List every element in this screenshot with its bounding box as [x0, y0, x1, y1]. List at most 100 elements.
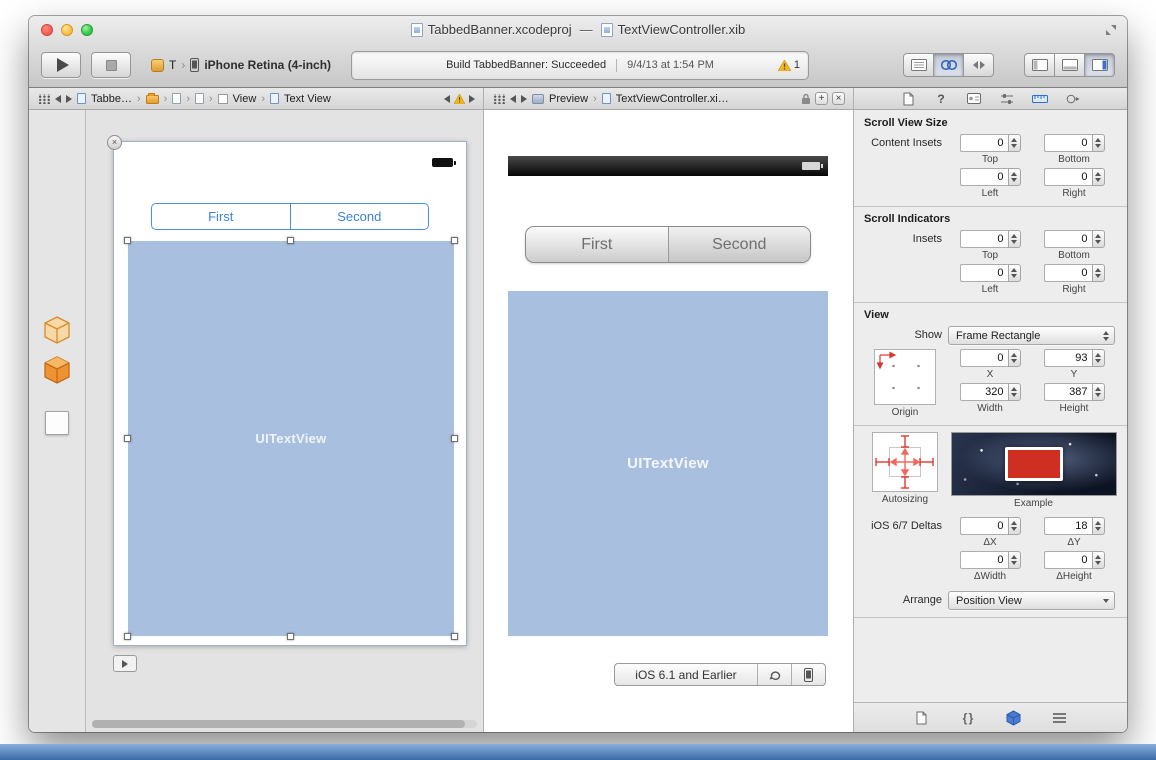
content-inset-left-stepper[interactable] [1008, 168, 1021, 186]
indicator-inset-bottom-field[interactable] [1044, 230, 1092, 248]
attributes-inspector-tab[interactable] [998, 91, 1016, 107]
resize-handle-s[interactable] [287, 633, 294, 640]
breadcrumb-assistant-mode[interactable]: Preview [549, 93, 588, 105]
object-library-tab[interactable] [1004, 708, 1024, 728]
scene-dock-toggle-button[interactable] [113, 655, 137, 672]
run-button[interactable] [41, 52, 81, 78]
previous-issue-button[interactable] [444, 95, 450, 103]
files-owner-icon[interactable] [43, 315, 71, 345]
standard-editor-button[interactable] [903, 53, 934, 77]
delta-y-stepper[interactable] [1092, 517, 1105, 535]
scheme-selector[interactable]: T › iPhone Retina (4-inch) [151, 58, 331, 72]
first-responder-icon[interactable] [43, 355, 71, 385]
code-snippet-library-tab[interactable]: { } [958, 708, 978, 728]
delta-width-stepper[interactable] [1008, 551, 1021, 569]
height-field[interactable] [1044, 383, 1092, 401]
file-template-library-tab[interactable] [912, 708, 932, 728]
scene-close-button[interactable]: × [107, 135, 122, 150]
breadcrumb-assistant-document[interactable]: TextViewController.xi… [616, 93, 729, 105]
breadcrumb-view[interactable]: View [233, 93, 257, 105]
content-inset-bottom-field[interactable] [1044, 134, 1092, 152]
lock-icon[interactable] [801, 93, 811, 105]
resize-handle-w[interactable] [124, 435, 131, 442]
view-object-icon[interactable] [45, 411, 69, 435]
view-scene[interactable]: × First Second UITextView [113, 141, 467, 646]
content-inset-bottom-stepper[interactable] [1092, 134, 1105, 152]
resize-handle-nw[interactable] [124, 237, 131, 244]
breadcrumb-textview[interactable]: Text View [284, 93, 331, 105]
resize-handle-sw[interactable] [124, 633, 131, 640]
warning-count-badge[interactable]: 1 [778, 52, 800, 79]
width-stepper[interactable] [1008, 383, 1021, 401]
assistant-editor-button[interactable] [933, 53, 964, 77]
uitextview[interactable]: UITextView [128, 241, 454, 636]
delta-height-stepper[interactable] [1092, 551, 1105, 569]
navigator-toggle-button[interactable] [1024, 53, 1055, 77]
preview-rotate-button[interactable] [758, 664, 791, 685]
doc-icon[interactable] [172, 93, 181, 104]
file-inspector-tab[interactable] [899, 91, 917, 107]
indicator-inset-top-stepper[interactable] [1008, 230, 1021, 248]
doc-icon[interactable] [195, 93, 204, 104]
debug-area-toggle-button[interactable] [1054, 53, 1085, 77]
quick-help-inspector-tab[interactable]: ? [932, 91, 950, 107]
delta-y-field[interactable] [1044, 517, 1092, 535]
forward-button[interactable] [521, 95, 527, 103]
size-inspector-tab[interactable] [1031, 91, 1049, 107]
version-editor-button[interactable] [963, 53, 994, 77]
window-titlebar[interactable]: TabbedBanner.xcodeproj — TextViewControl… [29, 16, 1127, 43]
segmented-control[interactable]: First Second [151, 203, 429, 230]
add-assistant-editor-button[interactable]: + [815, 92, 828, 105]
resize-handle-se[interactable] [451, 633, 458, 640]
delta-x-field[interactable] [960, 517, 1008, 535]
indicator-inset-right-field[interactable] [1044, 264, 1092, 282]
content-inset-right-field[interactable] [1044, 168, 1092, 186]
delta-height-field[interactable] [1044, 551, 1092, 569]
next-issue-button[interactable] [469, 95, 475, 103]
resize-handle-e[interactable] [451, 435, 458, 442]
media-library-tab[interactable] [1050, 708, 1070, 728]
connections-inspector-tab[interactable] [1064, 91, 1082, 107]
scrollbar-thumb[interactable] [92, 720, 465, 728]
delta-width-field[interactable] [960, 551, 1008, 569]
identity-inspector-tab[interactable] [965, 91, 983, 107]
breadcrumb-project[interactable]: Tabbe… [91, 93, 132, 105]
preview-device-button[interactable] [792, 664, 825, 685]
close-assistant-editor-button[interactable]: × [832, 92, 845, 105]
y-field[interactable] [1044, 349, 1092, 367]
warning-icon[interactable] [454, 94, 465, 104]
x-field[interactable] [960, 349, 1008, 367]
close-window-button[interactable] [41, 24, 53, 36]
y-stepper[interactable] [1092, 349, 1105, 367]
ib-canvas[interactable]: × First Second UITextView [86, 110, 483, 732]
show-popup[interactable]: Frame Rectangle [948, 326, 1115, 345]
stop-button[interactable] [91, 52, 131, 78]
fullscreen-icon[interactable] [1105, 24, 1117, 36]
back-button[interactable] [55, 95, 61, 103]
segment-first[interactable]: First [152, 204, 290, 229]
content-inset-right-stepper[interactable] [1092, 168, 1105, 186]
indicator-inset-top-field[interactable] [960, 230, 1008, 248]
origin-selector[interactable] [874, 349, 936, 405]
back-button[interactable] [510, 95, 516, 103]
height-stepper[interactable] [1092, 383, 1105, 401]
segment-second[interactable]: Second [290, 204, 429, 229]
indicator-inset-left-stepper[interactable] [1008, 264, 1021, 282]
width-field[interactable] [960, 383, 1008, 401]
zoom-window-button[interactable] [81, 24, 93, 36]
indicator-inset-right-stepper[interactable] [1092, 264, 1105, 282]
content-inset-top-field[interactable] [960, 134, 1008, 152]
minimize-window-button[interactable] [61, 24, 73, 36]
related-items-icon[interactable] [492, 94, 505, 104]
delta-x-stepper[interactable] [1008, 517, 1021, 535]
resize-handle-ne[interactable] [451, 237, 458, 244]
canvas-horizontal-scrollbar[interactable] [92, 720, 477, 728]
indicator-inset-bottom-stepper[interactable] [1092, 230, 1105, 248]
preview-os-version-selector[interactable]: iOS 6.1 and Earlier [615, 668, 757, 682]
forward-button[interactable] [66, 95, 72, 103]
utilities-toggle-button[interactable] [1084, 53, 1115, 77]
content-inset-left-field[interactable] [960, 168, 1008, 186]
indicator-inset-left-field[interactable] [960, 264, 1008, 282]
resize-handle-n[interactable] [287, 237, 294, 244]
folder-icon[interactable] [146, 95, 159, 104]
